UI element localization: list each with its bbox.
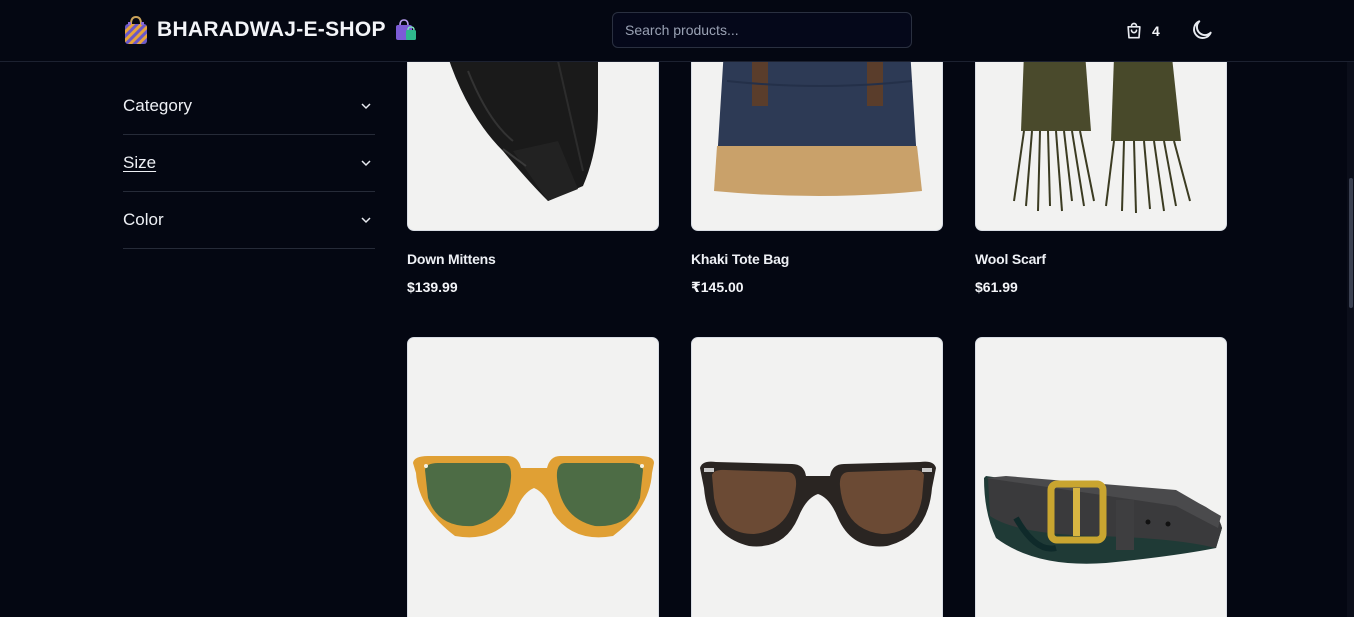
filter-category[interactable]: Category (123, 78, 375, 135)
filter-label: Size (123, 153, 157, 172)
dark-sunglasses-image (700, 461, 936, 547)
filter-sidebar: Category Size Color (123, 78, 375, 249)
filter-color[interactable]: Color (123, 192, 375, 249)
shopping-bag-icon (1127, 22, 1141, 39)
leather-belt-image (984, 476, 1222, 564)
shopping-bags-icon (395, 19, 416, 40)
product-name[interactable]: Down Mittens (407, 251, 496, 267)
top-navbar: BHARADWAJ-E-SHOP 4 (0, 0, 1354, 62)
cart-count-badge: 4 (1152, 23, 1160, 39)
shop-name: BHARADWAJ-E-SHOP (157, 18, 386, 41)
product-price: $61.99 (975, 279, 1018, 295)
shopping-bag-icon (125, 15, 147, 44)
product-image-amber-sunglasses[interactable] (407, 337, 659, 617)
amber-sunglasses-image (413, 456, 654, 538)
theme-toggle-button[interactable] (1189, 17, 1215, 43)
chevron-down-icon (361, 103, 371, 110)
shop-logo[interactable]: BHARADWAJ-E-SHOP (123, 15, 418, 45)
product-name[interactable]: Wool Scarf (975, 251, 1046, 267)
product-price: ₹145.00 (691, 279, 744, 295)
filter-size[interactable]: Size (123, 135, 375, 192)
search-input[interactable] (612, 12, 912, 48)
product-name[interactable]: Khaki Tote Bag (691, 251, 789, 267)
scrollbar-thumb[interactable] (1349, 178, 1353, 308)
chevron-down-icon (361, 160, 371, 167)
product-image-leather-belt[interactable] (975, 337, 1227, 617)
product-image-dark-sunglasses[interactable] (691, 337, 943, 617)
chevron-down-icon (361, 217, 371, 224)
cart-button[interactable]: 4 (1124, 18, 1160, 44)
filter-label: Category (123, 96, 192, 115)
moon-icon (1193, 20, 1212, 39)
page-scrollbar[interactable] (1347, 0, 1354, 617)
product-price: $139.99 (407, 279, 458, 295)
filter-label: Color (123, 210, 164, 229)
